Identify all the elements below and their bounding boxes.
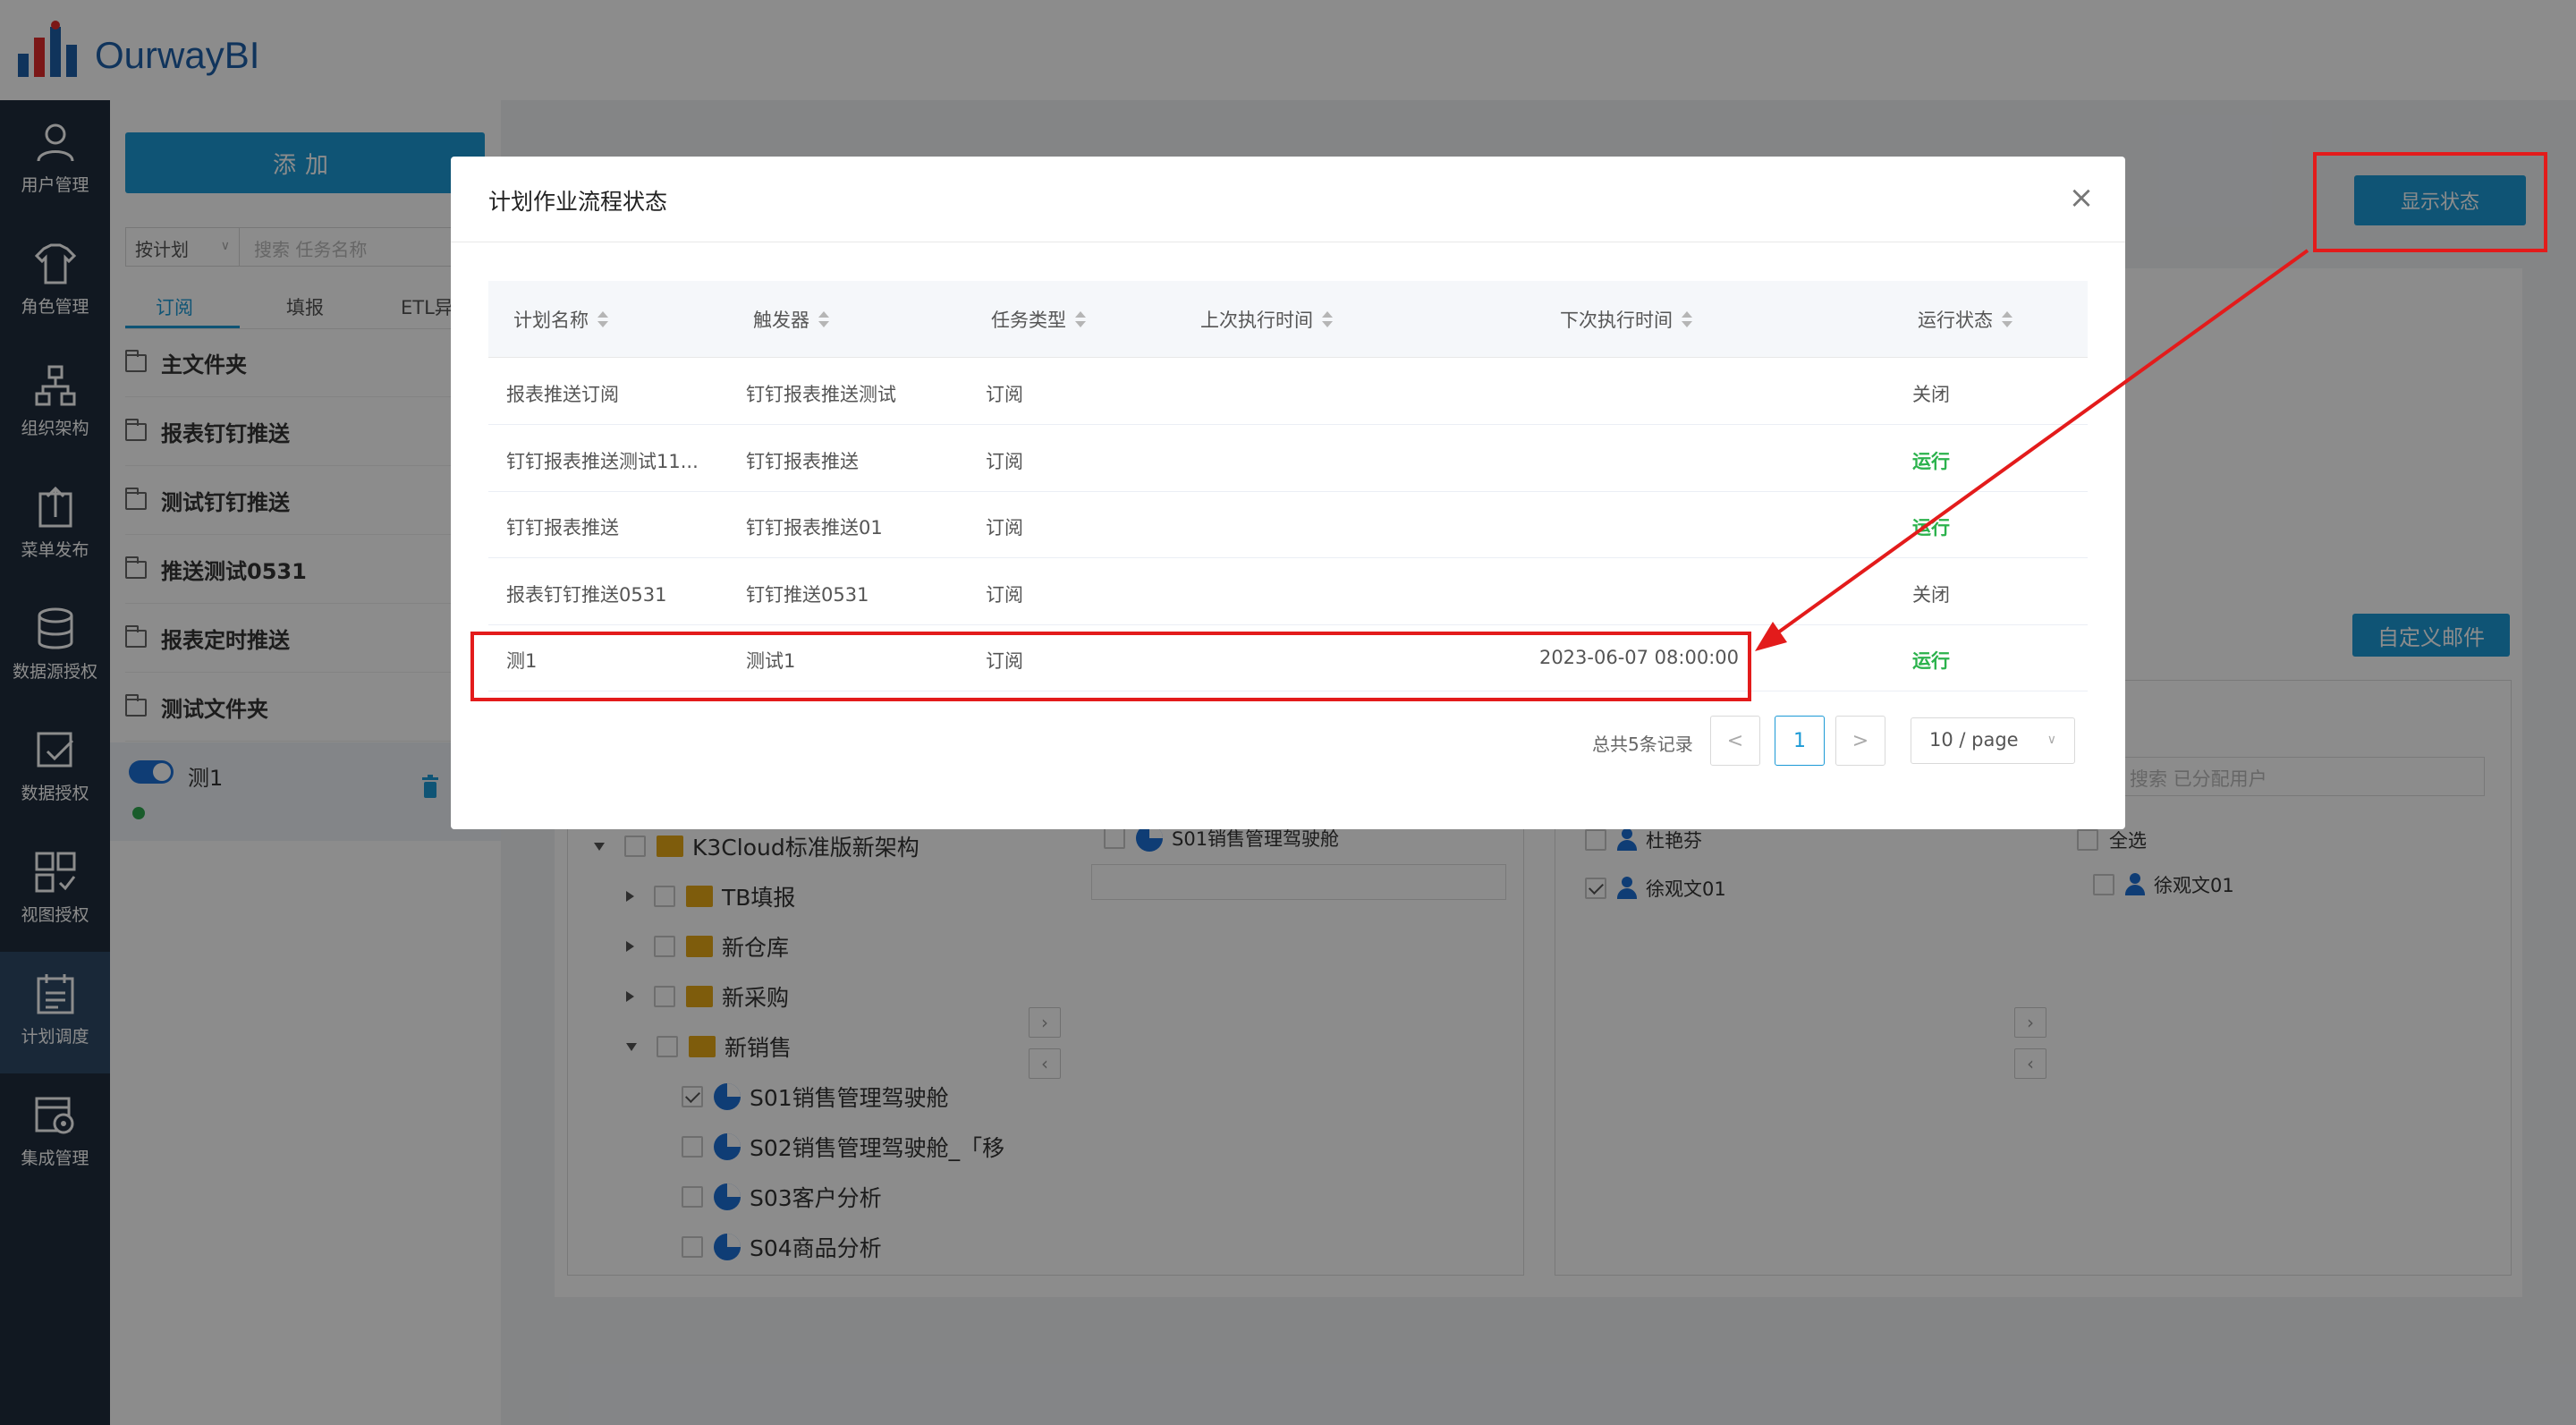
cell-type: 订阅 bbox=[986, 384, 1023, 405]
sort-icon[interactable] bbox=[1075, 310, 1086, 329]
next-page-button[interactable]: > bbox=[1835, 716, 1885, 766]
column-header-name[interactable]: 计划名称 bbox=[513, 306, 608, 333]
annotation-box-show-status bbox=[2313, 152, 2547, 252]
cell-type: 订阅 bbox=[986, 450, 1023, 472]
sort-icon[interactable] bbox=[818, 310, 829, 329]
modal-title: 计划作业流程状态 bbox=[488, 189, 668, 215]
pagination-total: 总共5条记录 bbox=[1592, 734, 1693, 755]
column-header-last-run[interactable]: 上次执行时间 bbox=[1200, 306, 1333, 333]
chevron-down-icon: ∨ bbox=[2046, 733, 2056, 747]
cell-name: 钉钉报表推送测试11... bbox=[506, 450, 699, 472]
cell-trigger: 钉钉推送0531 bbox=[746, 583, 869, 606]
prev-page-button[interactable]: < bbox=[1710, 716, 1760, 766]
annotation-arrow bbox=[1755, 249, 2309, 651]
column-header-next-run[interactable]: 下次执行时间 bbox=[1560, 306, 1692, 333]
cell-trigger: 钉钉报表推送01 bbox=[746, 517, 883, 539]
cell-trigger: 钉钉报表推送 bbox=[746, 450, 859, 472]
annotation-box-row bbox=[470, 632, 1751, 701]
cell-type: 订阅 bbox=[986, 517, 1023, 539]
page-number-button[interactable]: 1 bbox=[1775, 716, 1825, 766]
cell-name: 报表推送订阅 bbox=[506, 384, 619, 405]
column-header-trigger[interactable]: 触发器 bbox=[753, 306, 829, 333]
cell-type: 订阅 bbox=[986, 583, 1023, 606]
sort-icon[interactable] bbox=[1322, 310, 1333, 329]
page-size-value: 10 / page bbox=[1929, 729, 2019, 751]
column-header-type[interactable]: 任务类型 bbox=[991, 306, 1086, 333]
cell-name: 钉钉报表推送 bbox=[506, 517, 619, 539]
cell-trigger: 钉钉报表推送测试 bbox=[746, 384, 896, 405]
sort-icon[interactable] bbox=[597, 310, 608, 329]
page-size-select[interactable]: 10 / page ∨ bbox=[1911, 717, 2075, 764]
close-icon[interactable]: × bbox=[2068, 182, 2095, 213]
sort-icon[interactable] bbox=[1682, 310, 1692, 329]
cell-name: 报表钉钉推送0531 bbox=[506, 583, 667, 606]
